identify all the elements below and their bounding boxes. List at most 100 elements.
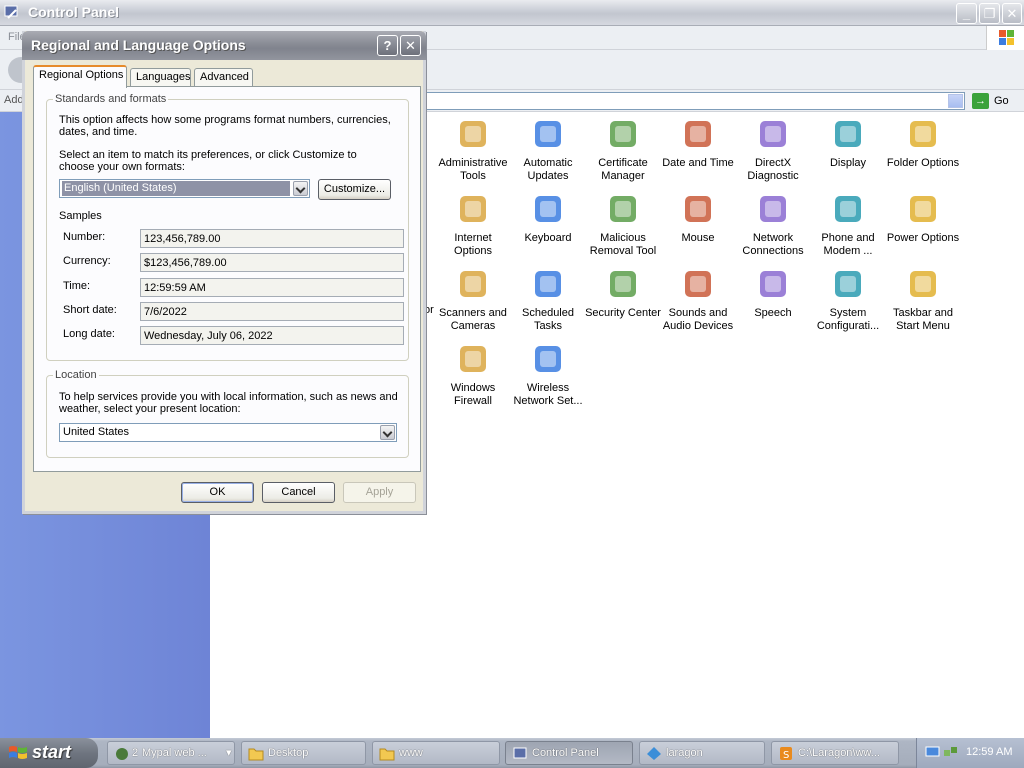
- windows-flag-icon: [9, 746, 27, 759]
- cp-item-directx[interactable]: DirectX Diagnostic: [735, 117, 811, 183]
- regional-language-dialog: Regional and Language Options ? ✕ Region…: [22, 31, 426, 514]
- security-center-icon: [606, 267, 640, 301]
- cp-item-label: Certificate Manager: [598, 157, 648, 182]
- task-mypal-label: Mypal web ...: [142, 747, 207, 759]
- tab-languages[interactable]: Languages: [130, 68, 191, 87]
- maximize-button[interactable]: ❐: [979, 3, 1000, 24]
- cp-item-label: Mouse: [681, 232, 715, 244]
- standards-formats-group: Standards and formats This option affect…: [46, 93, 409, 361]
- cp-item-date-time[interactable]: Date and Time: [660, 117, 736, 170]
- task-www[interactable]: www: [372, 741, 500, 765]
- cp-item-label: Sounds and Audio Devices: [662, 307, 734, 332]
- standards-description: This option affects how some programs fo…: [59, 114, 391, 138]
- cp-item-firewall[interactable]: Windows Firewall: [435, 342, 511, 408]
- sounds-audio-icon: [681, 267, 715, 301]
- sample-label: Short date:: [63, 304, 117, 316]
- location-select[interactable]: United States: [59, 423, 397, 442]
- certificate-manager-icon: [606, 117, 640, 151]
- cp-item-taskbar-start[interactable]: Taskbar and Start Menu: [885, 267, 961, 333]
- folder-options-icon: [906, 117, 940, 151]
- cp-item-wireless-network[interactable]: Wireless Network Set...: [510, 342, 586, 408]
- cp-item-mouse[interactable]: Mouse: [660, 192, 736, 245]
- cp-item-phone-modem[interactable]: Phone and Modem ...: [810, 192, 886, 258]
- cp-item-certificate-manager[interactable]: Certificate Manager: [585, 117, 661, 183]
- phone-modem-icon: [831, 192, 865, 226]
- task-control-panel[interactable]: Control Panel: [505, 741, 633, 765]
- locale-select[interactable]: English (United States): [59, 179, 310, 198]
- dialog-close-button[interactable]: ✕: [400, 35, 421, 56]
- cancel-button[interactable]: Cancel: [262, 482, 335, 503]
- cp-item-folder-options[interactable]: Folder Options: [885, 117, 961, 170]
- sample-label: Time:: [63, 280, 91, 292]
- tab-advanced[interactable]: Advanced: [194, 68, 253, 87]
- system-config-icon: [831, 267, 865, 301]
- mypal-browser-icon: [114, 746, 130, 761]
- cp-item-security-center[interactable]: Security Center: [585, 267, 661, 320]
- display-tray-icon[interactable]: [925, 745, 940, 760]
- cp-item-label: Windows Firewall: [450, 382, 496, 407]
- chevron-down-icon: ▾: [226, 747, 232, 759]
- cp-item-scanners-cameras[interactable]: Scanners and Cameras: [435, 267, 511, 333]
- start-button[interactable]: start: [0, 738, 98, 768]
- cp-item-scheduled-tasks[interactable]: Scheduled Tasks: [510, 267, 586, 333]
- control-panel-title: Control Panel: [28, 4, 120, 20]
- task-mypal[interactable]: 2 Mypal web ... ▾: [107, 741, 235, 765]
- tab-regional-options[interactable]: Regional Options: [33, 65, 127, 88]
- cp-item-label: Network Connections: [742, 232, 804, 257]
- taskbar: start 2 Mypal web ... ▾ Desktop www Cont…: [0, 738, 1024, 768]
- display-icon: [831, 117, 865, 151]
- dialog-title: Regional and Language Options: [31, 37, 246, 53]
- cp-item-display[interactable]: Display: [810, 117, 886, 170]
- help-button[interactable]: ?: [377, 35, 398, 56]
- directx-icon: [756, 117, 790, 151]
- keyboard-icon: [531, 192, 565, 226]
- address-input[interactable]: [420, 92, 965, 110]
- cp-item-sounds-audio[interactable]: Sounds and Audio Devices: [660, 267, 736, 333]
- task-control-panel-label: Control Panel: [532, 747, 599, 759]
- minimize-button[interactable]: _: [956, 3, 977, 24]
- automatic-updates-icon: [531, 117, 565, 151]
- cp-item-label: Security Center: [585, 307, 661, 319]
- cp-item-system-config[interactable]: System Configurati...: [810, 267, 886, 333]
- samples-label: Samples: [59, 210, 102, 222]
- firewall-icon: [456, 342, 490, 376]
- taskbar-start-icon: [906, 267, 940, 301]
- cp-item-label: System Configurati...: [816, 307, 880, 332]
- control-panel-titlebar[interactable]: Control Panel _ ❐ ✕: [0, 0, 1024, 26]
- cp-item-label: Display: [829, 157, 867, 169]
- cp-item-internet-options[interactable]: Internet Options: [435, 192, 511, 258]
- administrative-tools-icon: [456, 117, 490, 151]
- location-dropdown-arrow[interactable]: [380, 425, 395, 440]
- task-laragon[interactable]: laragon: [639, 741, 765, 765]
- go-arrow-icon[interactable]: →: [972, 93, 989, 109]
- control-panel-icon: [4, 5, 18, 19]
- go-button[interactable]: Go: [994, 95, 1009, 107]
- address-dropdown-button[interactable]: [948, 94, 963, 108]
- close-button[interactable]: ✕: [1002, 3, 1022, 24]
- apply-button[interactable]: Apply: [343, 482, 416, 503]
- location-group: Location To help services provide you wi…: [46, 369, 409, 458]
- cp-item-network-connections[interactable]: Network Connections: [735, 192, 811, 258]
- cp-item-power-options[interactable]: Power Options: [885, 192, 961, 245]
- task-editor[interactable]: S C:\Laragon\ww...: [771, 741, 899, 765]
- cp-item-automatic-updates[interactable]: Automatic Updates: [510, 117, 586, 183]
- cp-item-malicious-removal[interactable]: Malicious Removal Tool: [585, 192, 661, 258]
- cp-item-label: Automatic Updates: [523, 157, 573, 182]
- cp-item-speech[interactable]: Speech: [735, 267, 811, 320]
- scanners-cameras-icon: [456, 267, 490, 301]
- cp-item-label: Folder Options: [886, 157, 960, 169]
- cp-item-label: Phone and Modem ...: [821, 232, 875, 257]
- network-tray-icon[interactable]: [943, 745, 958, 760]
- cp-item-label: Taskbar and Start Menu: [893, 307, 953, 332]
- cp-item-administrative-tools[interactable]: Administrative Tools: [435, 117, 511, 183]
- dialog-titlebar[interactable]: Regional and Language Options ? ✕: [22, 31, 426, 60]
- locale-value: English (United States): [62, 181, 290, 196]
- locale-dropdown-arrow[interactable]: [293, 181, 308, 196]
- task-desktop[interactable]: Desktop: [241, 741, 366, 765]
- task-www-label: www: [399, 747, 423, 759]
- sample-value: 7/6/2022: [140, 302, 404, 321]
- select-hint: Select an item to match its preferences,…: [59, 149, 357, 173]
- cp-item-keyboard[interactable]: Keyboard: [510, 192, 586, 245]
- ok-button[interactable]: OK: [181, 482, 254, 503]
- customize-button[interactable]: Customize...: [318, 179, 391, 200]
